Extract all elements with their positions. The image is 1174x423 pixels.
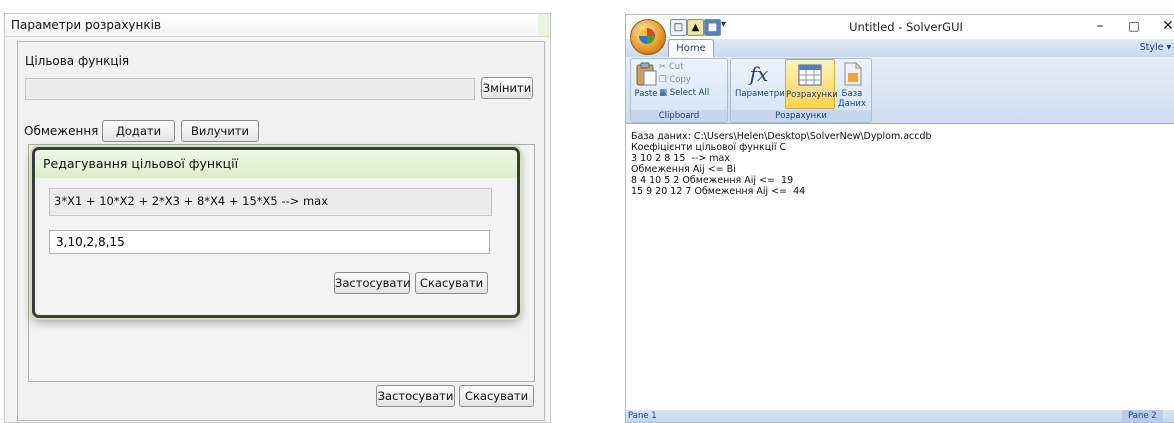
- clipboard-group-label: Clipboard: [631, 110, 727, 122]
- calculations-group-label: Розрахунки: [731, 110, 871, 122]
- paste-label: Paste: [634, 89, 658, 99]
- output-line: 15 9 20 12 7 Обмеження Aij <= 44: [631, 186, 806, 197]
- copy-button[interactable]: ❐ Copy: [659, 75, 691, 86]
- database-label-1: База: [841, 89, 863, 99]
- output-line: База даних: C:\Users\Helen\Desktop\Solve…: [631, 131, 932, 142]
- database-button[interactable]: База Даних: [835, 61, 869, 109]
- database-document-icon: [839, 61, 865, 87]
- edit-objective-dialog: Редагування цільової функції 3*X1 + 10*X…: [32, 147, 520, 318]
- select-all-label: Select All: [669, 88, 710, 98]
- expression-display: 3*X1 + 10*X2 + 2*X3 + 8*X4 + 15*X5 --> m…: [49, 188, 492, 216]
- objective-function-field[interactable]: [25, 78, 475, 100]
- output-line: Обмеження Aij <= Bi: [631, 164, 736, 175]
- maximize-icon[interactable]: □: [1122, 17, 1146, 35]
- function-fx-icon: fx: [749, 62, 769, 86]
- title-bar-edge: [538, 14, 550, 36]
- style-menu-label: Style: [1139, 42, 1164, 53]
- application-orb-button[interactable]: [630, 19, 666, 55]
- status-pane-1: Pane 1: [628, 411, 657, 421]
- edit-dialog-body: 3*X1 + 10*X2 + 2*X3 + 8*X4 + 15*X5 --> m…: [41, 178, 511, 309]
- remove-button[interactable]: Вилучити: [181, 120, 259, 142]
- objective-function-label: Цільова функція: [25, 54, 130, 68]
- calculations-button[interactable]: Розрахунки: [785, 59, 838, 109]
- parameters-label: Параметри: [735, 89, 785, 99]
- database-label-2: Даних: [838, 99, 866, 109]
- edit-apply-button[interactable]: Застосувати: [334, 272, 411, 294]
- apply-button[interactable]: Застосувати: [376, 385, 455, 407]
- calculations-label: Розрахунки: [786, 90, 838, 100]
- output-line: Коефіцієнти цільової функції C: [631, 142, 787, 153]
- close-icon[interactable]: ✕: [1156, 17, 1174, 35]
- table-grid-icon: [797, 62, 823, 88]
- edit-dialog-title: Редагування цільової функції: [35, 150, 517, 178]
- params-dialog-title: Параметри розрахунків: [5, 14, 550, 37]
- minimize-icon[interactable]: –: [1088, 17, 1112, 35]
- add-button[interactable]: Додати: [102, 120, 175, 142]
- status-bar: Pane 1 Pane 2: [626, 410, 1174, 422]
- coefficients-input[interactable]: [49, 230, 490, 254]
- select-all-button[interactable]: ▦ Select All: [659, 88, 709, 99]
- output-line: 3 10 2 8 15 --> max: [631, 153, 730, 164]
- change-button[interactable]: Змінити: [481, 77, 533, 99]
- calculations-group: fx Параметри Розрахунки База Даних Розра…: [730, 58, 872, 123]
- ribbon: Paste ✂ Cut ❐ Copy ▦ Select All Clipboar…: [626, 57, 1174, 124]
- cut-label: Cut: [668, 62, 684, 72]
- cancel-button[interactable]: Скасувати: [459, 385, 534, 407]
- paste-icon: [633, 61, 659, 87]
- title-bar: □ ▲ ■ ▾ Untitled - SolverGUI – □ ✕: [626, 15, 1174, 39]
- constraints-label: Обмеження: [24, 124, 99, 138]
- cut-button[interactable]: ✂ Cut: [659, 62, 683, 73]
- output-text-area[interactable]: База даних: C:\Users\Helen\Desktop\Solve…: [631, 131, 1174, 408]
- parameters-button[interactable]: fx Параметри: [735, 61, 785, 99]
- status-pane-2: Pane 2: [1122, 410, 1163, 422]
- edit-cancel-button[interactable]: Скасувати: [415, 272, 488, 294]
- tab-home[interactable]: Home: [668, 39, 714, 58]
- output-line: 8 4 10 5 2 Обмеження Aij <= 19: [631, 175, 794, 186]
- style-menu[interactable]: Style ▾ (: [1140, 42, 1174, 53]
- paste-button[interactable]: Paste: [633, 61, 659, 99]
- office-logo-icon: [639, 28, 655, 44]
- copy-label: Copy: [669, 75, 691, 85]
- clipboard-group: Paste ✂ Cut ❐ Copy ▦ Select All Clipboar…: [630, 58, 728, 123]
- solver-window: □ ▲ ■ ▾ Untitled - SolverGUI – □ ✕ Home …: [625, 14, 1174, 423]
